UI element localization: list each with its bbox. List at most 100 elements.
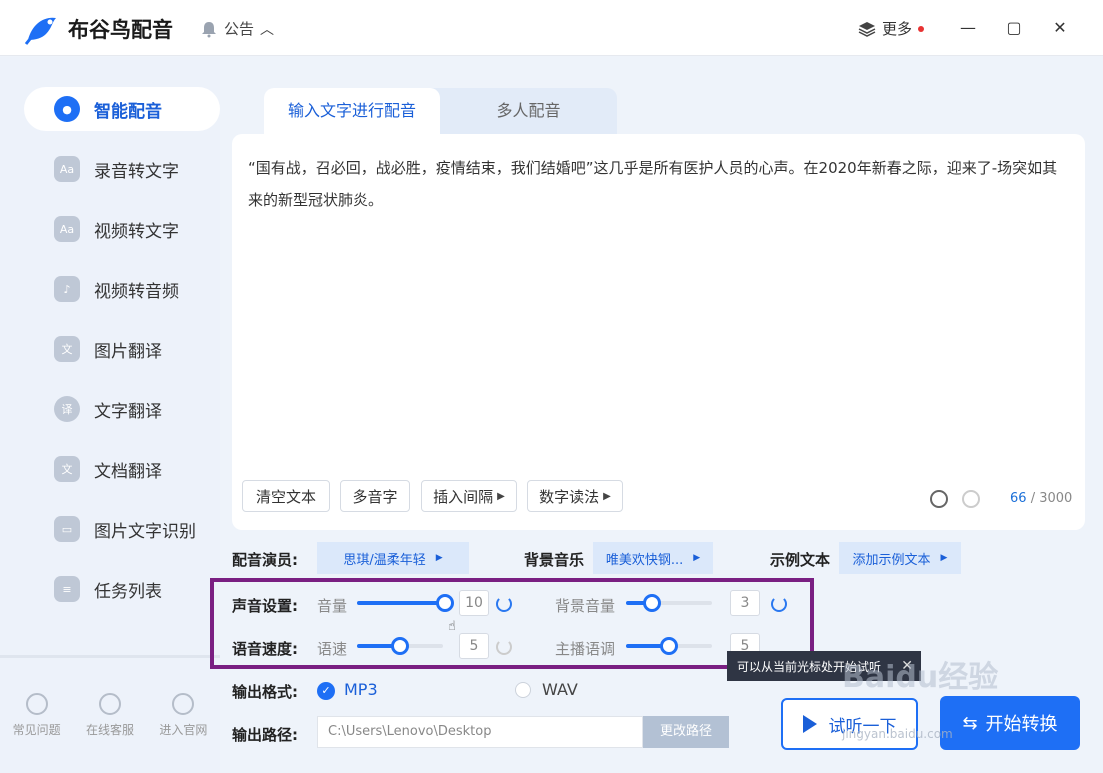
undo-icon[interactable] — [930, 490, 948, 508]
mode-tabs: 输入文字进行配音 多人配音 — [264, 88, 617, 134]
sidebar-divider — [0, 655, 220, 658]
play-icon — [802, 715, 817, 733]
caret-right-icon: ▶ — [497, 490, 505, 502]
close-button[interactable]: ✕ — [1050, 18, 1070, 38]
output-path-label: 输出路径: — [232, 726, 298, 744]
sidebar-item-label: 视频转文字 — [94, 221, 179, 242]
support-icon — [98, 693, 121, 715]
tab-multi-dub[interactable]: 多人配音 — [440, 88, 617, 134]
app-title: 布谷鸟配音 — [68, 18, 173, 42]
number-reading-button[interactable]: 数字读法 ▶ — [527, 480, 623, 512]
char-count: 66 — [1010, 491, 1027, 506]
text-editor[interactable]: “国有战，召必回，战必胜，疫情结束，我们结婚吧”这几乎是所有医护人员的心声。在2… — [232, 134, 1085, 530]
ocr-icon: ▭ — [54, 516, 80, 542]
sidebar-item-text-translate[interactable]: 译 文字翻译 — [24, 387, 220, 431]
polyphone-button[interactable]: 多音字 — [340, 480, 410, 512]
support-label: 在线客服 — [85, 723, 134, 737]
text-translate-icon: 译 — [54, 396, 80, 422]
sidebar-item-ocr[interactable]: ▭ 图片文字识别 — [24, 507, 220, 551]
faq-icon — [25, 693, 48, 715]
video-to-text-icon: Aa — [54, 216, 80, 242]
redo-icon[interactable] — [962, 490, 980, 508]
website-link[interactable]: 进入官网 — [159, 693, 207, 738]
change-path-button[interactable]: 更改路径 — [643, 716, 729, 748]
output-path-input[interactable]: C:\Users\Lenovo\Desktop — [317, 716, 643, 748]
caret-right-icon: ▶ — [940, 553, 948, 563]
audio-to-text-icon: Aa — [54, 156, 80, 182]
website-icon — [172, 693, 195, 715]
chevron-up-icon: ︿ — [260, 21, 275, 38]
sidebar-footer: 常见问题 在线客服 进入官网 — [0, 693, 220, 738]
caret-right-icon: ▶ — [435, 553, 443, 563]
bell-icon — [202, 21, 216, 37]
voice-actor-select[interactable]: 思琪/温柔年轻 ▶ — [317, 542, 469, 574]
editor-text[interactable]: “国有战，召必回，战必胜，疫情结束，我们结婚吧”这几乎是所有医护人员的心声。在2… — [248, 152, 1072, 216]
convert-icon: ⇆ — [962, 712, 978, 734]
sidebar-item-label: 文字翻译 — [94, 401, 162, 422]
wav-radio[interactable] — [515, 682, 531, 698]
char-limit: / 3000 — [1030, 491, 1073, 506]
bgm-label: 背景音乐 — [524, 551, 585, 569]
caret-right-icon: ▶ — [693, 553, 701, 563]
website-label: 进入官网 — [159, 723, 208, 737]
wav-label[interactable]: WAV — [542, 680, 578, 699]
sample-text-label: 示例文本 — [770, 551, 831, 569]
bgm-value: 唯美欢快钢... — [605, 552, 684, 568]
clear-text-label: 清空文本 — [255, 487, 316, 506]
sidebar: ● 智能配音 Aa 录音转文字 Aa 视频转文字 ♪ 视频转音频 文 图片翻译 … — [0, 57, 220, 773]
preview-button[interactable]: 试听一下 — [781, 698, 918, 750]
sidebar-item-label: 图片文字识别 — [94, 521, 196, 542]
sidebar-item-video-to-text[interactable]: Aa 视频转文字 — [24, 207, 220, 251]
sidebar-item-label: 文档翻译 — [94, 461, 162, 482]
app-logo-icon — [24, 17, 56, 45]
highlight-annotation-box — [210, 578, 814, 669]
doc-translate-icon: 文 — [54, 456, 80, 482]
support-link[interactable]: 在线客服 — [86, 693, 134, 738]
insert-pause-button[interactable]: 插入间隔 ▶ — [421, 480, 517, 512]
sidebar-item-label: 任务列表 — [94, 581, 162, 602]
maximize-button[interactable]: ▢ — [1004, 18, 1024, 38]
tab-text-dub[interactable]: 输入文字进行配音 — [264, 88, 440, 134]
minimize-button[interactable]: — — [958, 18, 978, 38]
clear-text-button[interactable]: 清空文本 — [242, 480, 330, 512]
sidebar-item-label: 视频转音频 — [94, 281, 179, 302]
sidebar-item-label: 录音转文字 — [94, 161, 179, 182]
mp3-label[interactable]: MP3 — [344, 680, 378, 699]
sidebar-item-label: 智能配音 — [94, 101, 162, 122]
smart-dub-icon: ● — [54, 96, 80, 122]
sidebar-item-image-translate[interactable]: 文 图片翻译 — [24, 327, 220, 371]
more-label: 更多 — [882, 20, 913, 38]
number-reading-label: 数字读法 — [539, 487, 600, 506]
insert-pause-label: 插入间隔 — [433, 487, 494, 506]
notice-label: 公告 — [224, 20, 255, 38]
watermark-logo: Baidu经验 — [842, 660, 999, 695]
sidebar-item-doc-translate[interactable]: 文 文档翻译 — [24, 447, 220, 491]
sidebar-item-task-list[interactable]: ≡ 任务列表 — [24, 567, 220, 611]
sample-text-value: 添加示例文本 — [852, 552, 931, 568]
sidebar-item-audio-to-text[interactable]: Aa 录音转文字 — [24, 147, 220, 191]
hand-cursor-icon: ☝ — [448, 619, 456, 634]
bgm-select[interactable]: 唯美欢快钢... ▶ — [593, 542, 713, 574]
notification-dot — [918, 25, 925, 32]
task-list-icon: ≡ — [54, 576, 80, 602]
faq-link[interactable]: 常见问题 — [13, 693, 61, 738]
mp3-radio[interactable]: ✓ — [317, 682, 335, 700]
title-bar: 布谷鸟配音 公告 ︿ 更多 — ▢ ✕ — [0, 0, 1103, 56]
sidebar-item-smart-dub[interactable]: ● 智能配音 — [24, 87, 220, 131]
voice-actor-value: 思琪/温柔年轻 — [343, 552, 426, 568]
start-convert-button[interactable]: ⇆ 开始转换 — [940, 696, 1080, 750]
output-format-label: 输出格式: — [232, 683, 298, 701]
notice-toggle[interactable]: 公告 ︿ — [200, 18, 274, 39]
more-button[interactable]: 更多 — [858, 18, 925, 39]
image-translate-icon: 文 — [54, 336, 80, 362]
sample-text-select[interactable]: 添加示例文本 ▶ — [839, 542, 961, 574]
watermark-url: jingyan.baidu.com — [842, 727, 953, 741]
caret-right-icon: ▶ — [603, 490, 611, 502]
sidebar-item-label: 图片翻译 — [94, 341, 162, 362]
char-counter: 66 / 3000 — [1010, 491, 1072, 506]
layers-icon — [858, 21, 876, 37]
start-convert-label: 开始转换 — [985, 714, 1058, 735]
polyphone-label: 多音字 — [352, 487, 398, 506]
voice-actor-label: 配音演员: — [232, 551, 298, 569]
sidebar-item-video-to-audio[interactable]: ♪ 视频转音频 — [24, 267, 220, 311]
